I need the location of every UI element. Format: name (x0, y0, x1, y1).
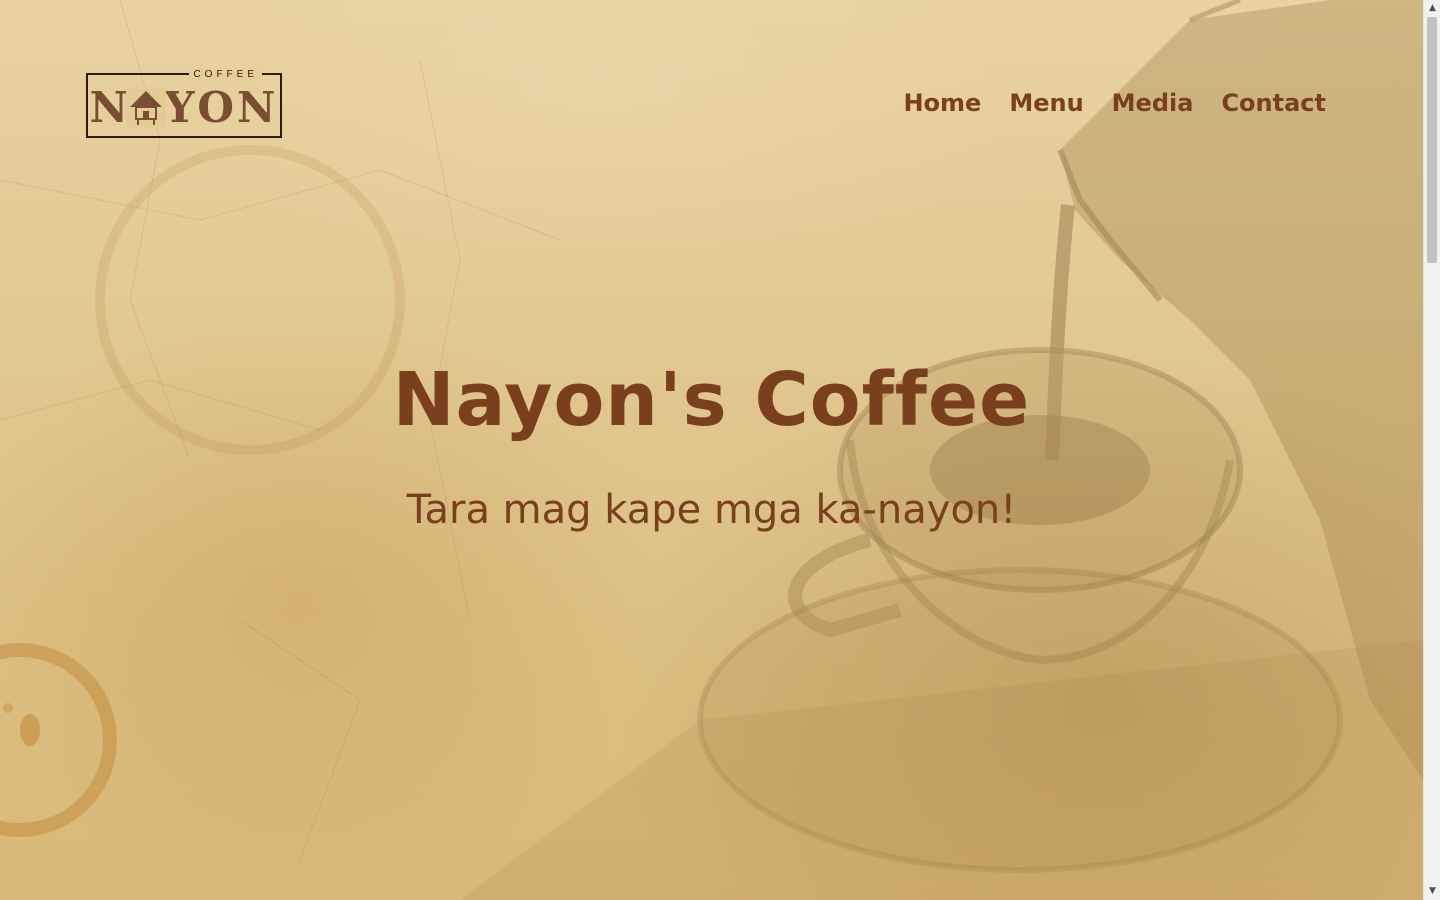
scroll-down-arrow-icon[interactable]: ▼ (1424, 883, 1440, 900)
vertical-scrollbar[interactable]: ▲ ▼ (1423, 0, 1440, 900)
nav-menu-link[interactable]: Menu (1009, 86, 1083, 120)
nav-media-link[interactable]: Media (1112, 86, 1194, 120)
nav-home-link[interactable]: Home (903, 86, 981, 120)
brand-logo[interactable]: COFFEE NAYON (86, 69, 282, 138)
hero-title: Nayon's Coffee (392, 357, 1031, 443)
hut-icon (126, 87, 166, 127)
kettle-illustration (460, 0, 1423, 900)
main-nav: Home Menu Media Contact (903, 86, 1326, 120)
logo-wordmark: NAYON (89, 83, 279, 132)
nav-contact-link[interactable]: Contact (1221, 86, 1326, 120)
logo-coffee-label: COFFEE (189, 69, 262, 81)
scroll-up-arrow-icon[interactable]: ▲ (1424, 0, 1440, 17)
hero-section: COFFEE NAYON Home Menu Media Contact Nay… (0, 0, 1423, 900)
hero-subtitle: Tara mag kape mga ka-nayon! (406, 487, 1017, 533)
coffee-ring-stain (0, 643, 117, 837)
scroll-thumb[interactable] (1427, 17, 1437, 263)
